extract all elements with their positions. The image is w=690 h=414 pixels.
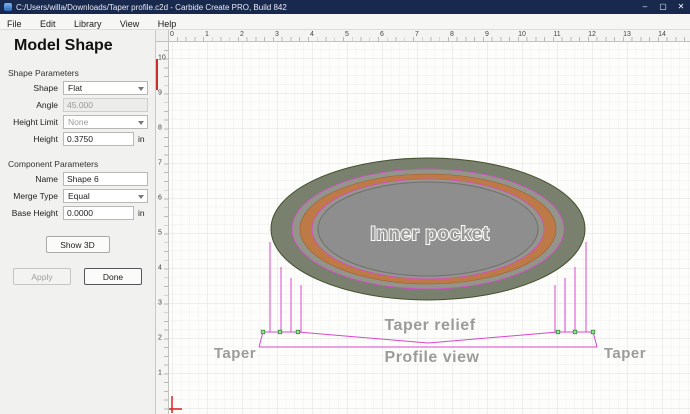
taper-relief-watermark: Taper relief	[384, 317, 475, 334]
ruler-top-number: 4	[310, 31, 314, 38]
shape-select-value: Flat	[68, 83, 82, 93]
height-field[interactable]	[63, 132, 134, 146]
base-height-field[interactable]	[63, 206, 134, 220]
ruler-top-number: 5	[345, 31, 349, 38]
model-shape-panel: Model Shape Shape Parameters Shape Flat …	[0, 30, 156, 414]
base-height-unit: in	[138, 208, 148, 218]
height-row: Height in	[4, 132, 148, 146]
ruler-top-number: 8	[450, 31, 454, 38]
height-unit: in	[138, 134, 148, 144]
ruler-top-ticks	[169, 37, 690, 41]
ruler-selection-indicator	[156, 59, 158, 90]
apply-button[interactable]: Apply	[13, 268, 71, 285]
ruler-left-number: 7	[158, 160, 162, 167]
height-limit-select[interactable]: None	[63, 115, 148, 129]
ruler-left-ticks	[164, 42, 168, 414]
show-3d-button[interactable]: Show 3D	[46, 236, 110, 253]
name-label: Name	[4, 174, 63, 184]
ruler-top-number: 7	[415, 31, 419, 38]
height-limit-row: Height Limit None	[4, 115, 148, 129]
shape-select[interactable]: Flat	[63, 81, 148, 95]
merge-type-row: Merge Type Equal	[4, 189, 148, 203]
menu-file[interactable]: File	[0, 17, 29, 31]
minimize-button[interactable]: –	[636, 0, 654, 14]
chevron-down-icon	[138, 87, 144, 91]
height-limit-select-value: None	[68, 117, 88, 127]
ruler-top-number: 3	[275, 31, 279, 38]
shape-parameters-header: Shape Parameters	[8, 68, 155, 78]
ruler-left-numbers: 10 9 8 7 6 5 4 3 2 1	[156, 42, 169, 414]
ruler-top-number: 1	[205, 31, 209, 38]
ruler-top-number: 2	[240, 31, 244, 38]
menu-bar: File Edit Library View Help	[0, 14, 690, 30]
ruler-top-number: 13	[623, 31, 631, 38]
taper-left-watermark: Taper	[214, 345, 256, 362]
ruler-left-number: 8	[158, 125, 162, 132]
height-limit-label: Height Limit	[4, 117, 63, 127]
ruler-top-number: 9	[485, 31, 489, 38]
ruler-top-number: 12	[588, 31, 596, 38]
app-icon	[4, 3, 12, 11]
taper-right-watermark: Taper	[604, 345, 646, 362]
base-height-row: Base Height in	[4, 206, 148, 220]
ruler-top-number: 6	[380, 31, 384, 38]
ruler-left-number: 10	[158, 55, 166, 62]
ruler-top-number: 10	[518, 31, 526, 38]
action-row: Apply Done	[13, 268, 142, 285]
chevron-down-icon	[138, 195, 144, 199]
menu-help[interactable]: Help	[151, 17, 184, 31]
ruler-top-number: 11	[553, 31, 560, 38]
menu-library[interactable]: Library	[67, 17, 109, 31]
menu-edit[interactable]: Edit	[33, 17, 63, 31]
merge-type-label: Merge Type	[4, 191, 63, 201]
chevron-down-icon	[138, 121, 144, 125]
menu-view[interactable]: View	[113, 17, 146, 31]
ruler-left-number: 4	[158, 265, 162, 272]
merge-type-select-value: Equal	[68, 191, 90, 201]
title-bar: C:/Users/willa/Downloads/Taper profile.c…	[0, 0, 690, 14]
height-label: Height	[4, 134, 63, 144]
shape-label: Shape	[4, 83, 63, 93]
ruler-corner	[156, 30, 169, 42]
component-parameters-header: Component Parameters	[8, 159, 155, 169]
ruler-left-number: 9	[158, 90, 162, 97]
base-height-label: Base Height	[4, 208, 63, 218]
ruler-left-number: 1	[158, 370, 162, 377]
angle-label: Angle	[4, 100, 63, 110]
page-title: Model Shape	[14, 37, 155, 55]
inner-pocket-watermark: Inner pocket	[371, 224, 490, 245]
ruler-left-number: 5	[158, 230, 162, 237]
close-button[interactable]: ✕	[672, 0, 690, 14]
ruler-top-number: 0	[170, 31, 174, 38]
shape-row: Shape Flat	[4, 81, 148, 95]
ruler-left-number: 6	[158, 195, 162, 202]
ruler-top-number: 14	[658, 31, 666, 38]
profile-view-watermark: Profile view	[385, 349, 480, 366]
name-field[interactable]	[63, 172, 148, 186]
done-button[interactable]: Done	[84, 268, 142, 285]
design-canvas[interactable]: Inner pocket Taper relief Profile view T…	[169, 42, 690, 414]
name-row: Name	[4, 172, 148, 186]
ruler-left-number: 3	[158, 300, 162, 307]
window-title: C:/Users/willa/Downloads/Taper profile.c…	[16, 3, 636, 12]
merge-type-select[interactable]: Equal	[63, 189, 148, 203]
maximize-button[interactable]: ▢	[654, 0, 672, 14]
ruler-top-numbers: 01234567891011121314	[169, 30, 690, 42]
angle-field	[63, 98, 148, 112]
ruler-left-number: 2	[158, 335, 162, 342]
angle-row: Angle	[4, 98, 148, 112]
